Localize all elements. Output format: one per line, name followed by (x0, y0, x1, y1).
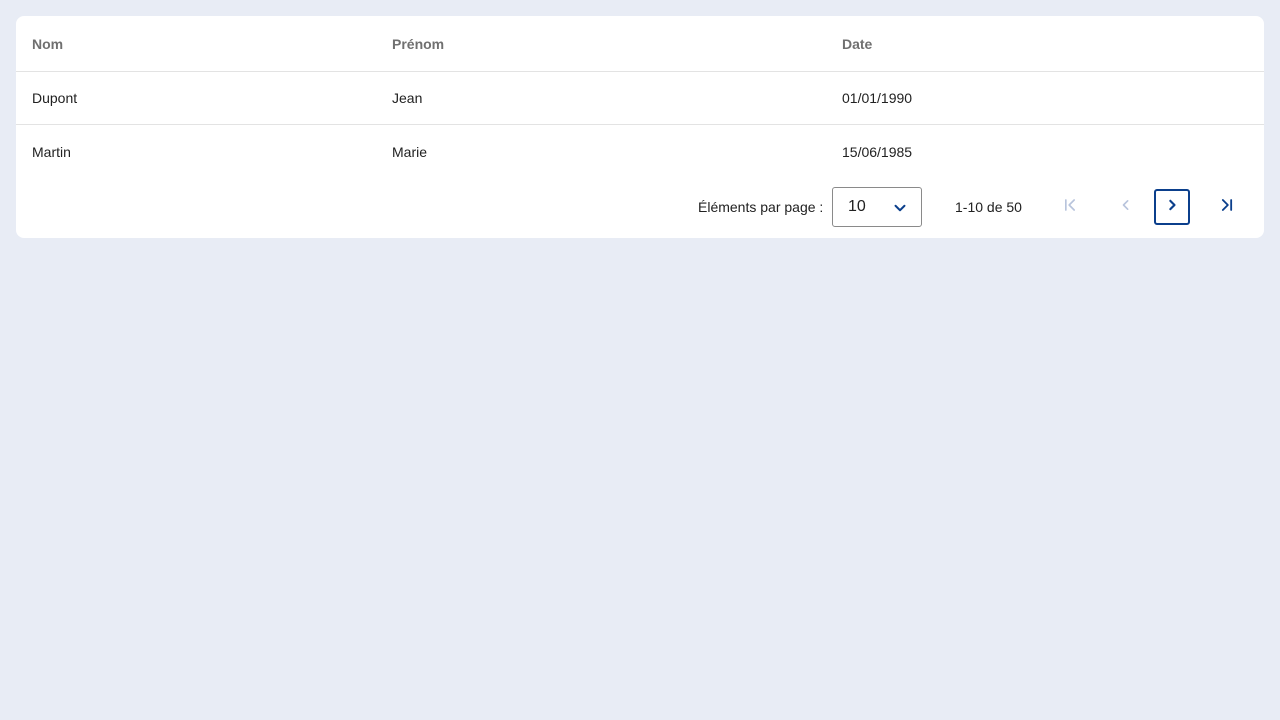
cell-prenom: Jean (392, 90, 423, 106)
cell-prenom: Marie (392, 143, 428, 160)
page-size-select[interactable]: 10 (832, 187, 922, 227)
chevron-down-icon (891, 199, 909, 217)
table-row: Dupont Jean 01/01/1990 (16, 72, 1264, 125)
items-per-page-label: Éléments par page : (698, 199, 824, 215)
last-page-icon (1217, 195, 1237, 220)
data-table-card: Nom Prénom Date Dupont Jean 01/01/1990 M… (16, 16, 1264, 238)
table-row: Martin Marie 15/06/1985 (16, 125, 1264, 178)
first-page-button[interactable] (1052, 189, 1088, 225)
cell-nom: Dupont (32, 90, 78, 106)
last-page-button[interactable] (1209, 189, 1245, 225)
table-header-row: Nom Prénom Date (16, 16, 1264, 72)
cell-date: 15/06/1985 (842, 143, 913, 160)
cell-nom: Martin (32, 143, 71, 160)
cell-date: 01/01/1990 (842, 90, 913, 106)
column-header-date[interactable]: Date (842, 16, 872, 71)
chevron-left-icon (1116, 195, 1136, 220)
range-label: 1-10 de 50 (955, 199, 1022, 215)
page-size-value: 10 (848, 198, 866, 215)
chevron-right-icon (1162, 195, 1182, 220)
first-page-icon (1060, 195, 1080, 220)
column-header-prenom[interactable]: Prénom (392, 16, 444, 71)
paginator: Éléments par page : 10 1-10 de 50 (16, 186, 1264, 228)
column-header-nom[interactable]: Nom (32, 16, 63, 71)
next-page-button[interactable] (1154, 189, 1190, 225)
previous-page-button[interactable] (1108, 189, 1144, 225)
